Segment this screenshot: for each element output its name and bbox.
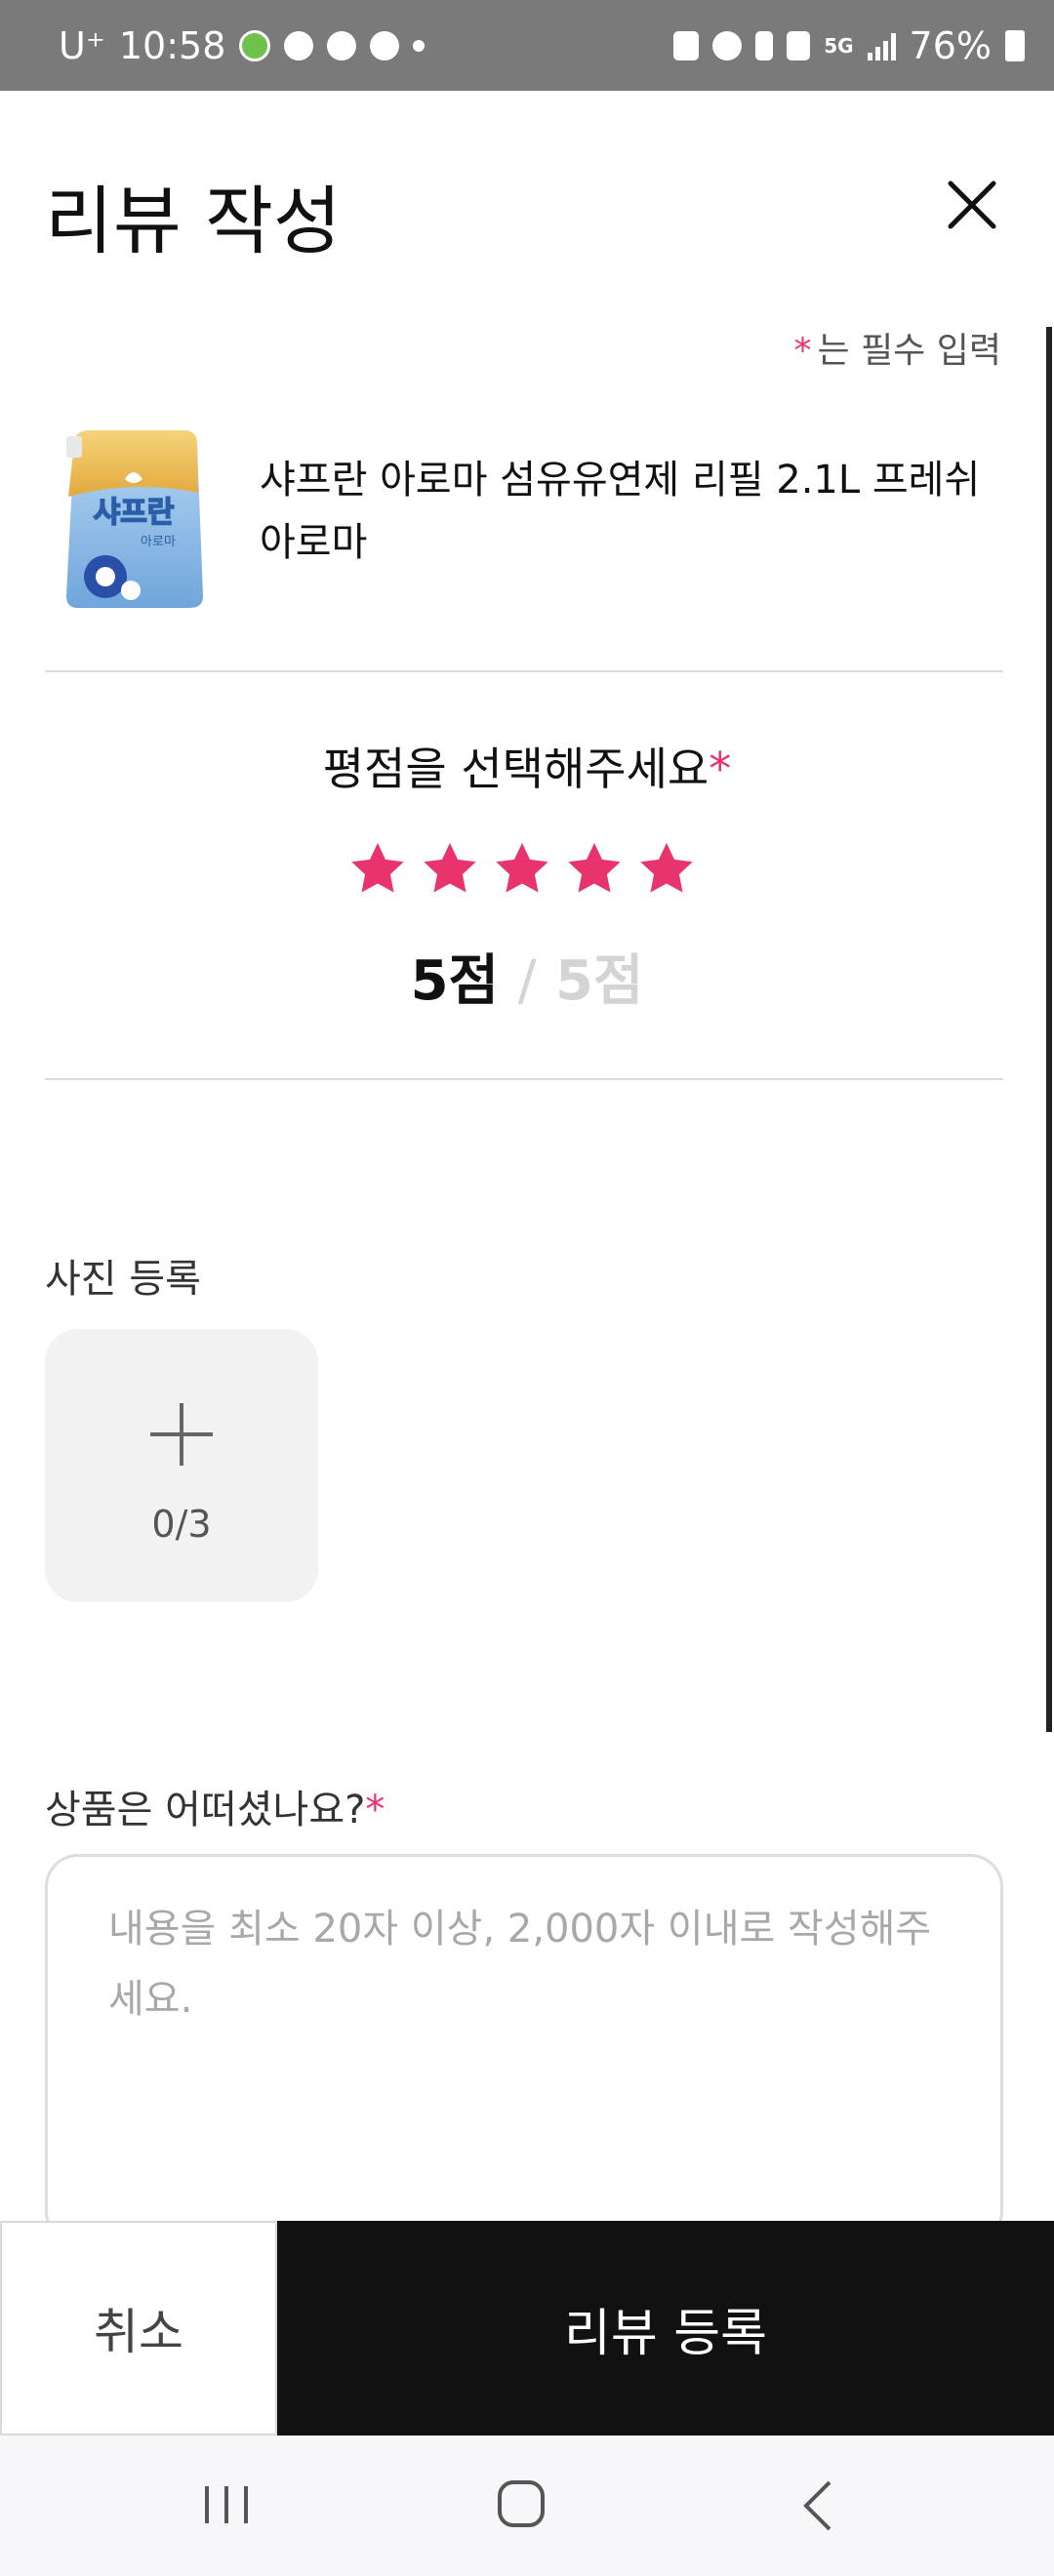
add-photo-button[interactable]: 0/3 — [45, 1329, 318, 1602]
network-type-label: 5G — [824, 33, 854, 58]
scrollbar[interactable] — [1046, 327, 1052, 1732]
divider — [45, 670, 1003, 672]
c-notification-icon — [370, 30, 400, 60]
review-label-text: 상품은 어떠셨나요? — [45, 1788, 366, 1832]
recent-apps-icon[interactable] — [201, 2482, 252, 2527]
required-note: * 는 필수 입력 — [794, 322, 1002, 373]
app-notification-icon — [239, 29, 271, 61]
back-icon[interactable] — [798, 2478, 837, 2533]
battery-percent: 76% — [909, 23, 992, 67]
divider — [45, 1078, 1003, 1080]
photo-count: 0/3 — [151, 1503, 212, 1546]
review-section-label: 상품은 어떠셨나요?* — [45, 1778, 385, 1834]
more-notifications-icon — [413, 39, 426, 52]
bluetooth-icon — [755, 30, 774, 60]
shield-notification-icon — [327, 30, 357, 60]
system-navigation-bar — [0, 2435, 1054, 2576]
rating-prompt: 평점을 선택해주세요* — [0, 734, 1054, 798]
score-separator: / — [517, 949, 537, 1013]
score-current: 5점 — [410, 949, 500, 1013]
rating-prompt-text: 평점을 선택해주세요 — [322, 743, 709, 795]
product-name: 샤프란 아로마 섬유유연제 리필 2.1L 프레쉬 아로마 — [260, 458, 981, 565]
battery-icon — [1005, 29, 1025, 61]
star-4-icon[interactable] — [564, 839, 625, 900]
required-marker: * — [709, 743, 732, 795]
page-title: 리뷰 작성 — [45, 178, 342, 264]
star-3-icon[interactable] — [492, 839, 552, 900]
score-display: 5점 / 5점 — [0, 937, 1054, 1016]
carrier-label: U⁺ — [59, 23, 105, 67]
star-5-icon[interactable] — [636, 839, 697, 900]
product-thumbnail: 샤프란 아로마 — [66, 430, 203, 608]
alarm-icon — [712, 30, 743, 60]
star-1-icon[interactable] — [347, 839, 408, 900]
required-marker: * — [365, 1788, 385, 1832]
cancel-button[interactable]: 취소 — [0, 2221, 277, 2435]
required-note-text: 는 필수 입력 — [817, 331, 1002, 371]
signal-icon — [867, 31, 896, 60]
photo-section-label: 사진 등록 — [45, 1257, 201, 1302]
score-max: 5점 — [554, 949, 644, 1013]
clipboard-status-icon — [673, 30, 700, 60]
home-icon[interactable] — [496, 2478, 547, 2529]
clock: 10:58 — [118, 23, 226, 67]
status-bar: U⁺ 10:58 5G 76% — [0, 0, 1054, 91]
product-brand-text: 샤프란 — [94, 496, 175, 530]
star-rating[interactable] — [347, 839, 697, 900]
close-icon[interactable] — [941, 174, 1003, 236]
review-text-box[interactable] — [45, 1854, 1003, 2244]
review-textarea[interactable] — [106, 1892, 950, 2208]
required-marker: * — [793, 331, 812, 371]
mute-icon — [787, 30, 811, 60]
submit-review-button[interactable]: 리뷰 등록 — [277, 2221, 1054, 2435]
product-sub-text: 아로마 — [141, 535, 176, 549]
star-2-icon[interactable] — [420, 839, 480, 900]
plus-icon — [150, 1403, 213, 1466]
cloud-notification-icon — [284, 30, 314, 60]
